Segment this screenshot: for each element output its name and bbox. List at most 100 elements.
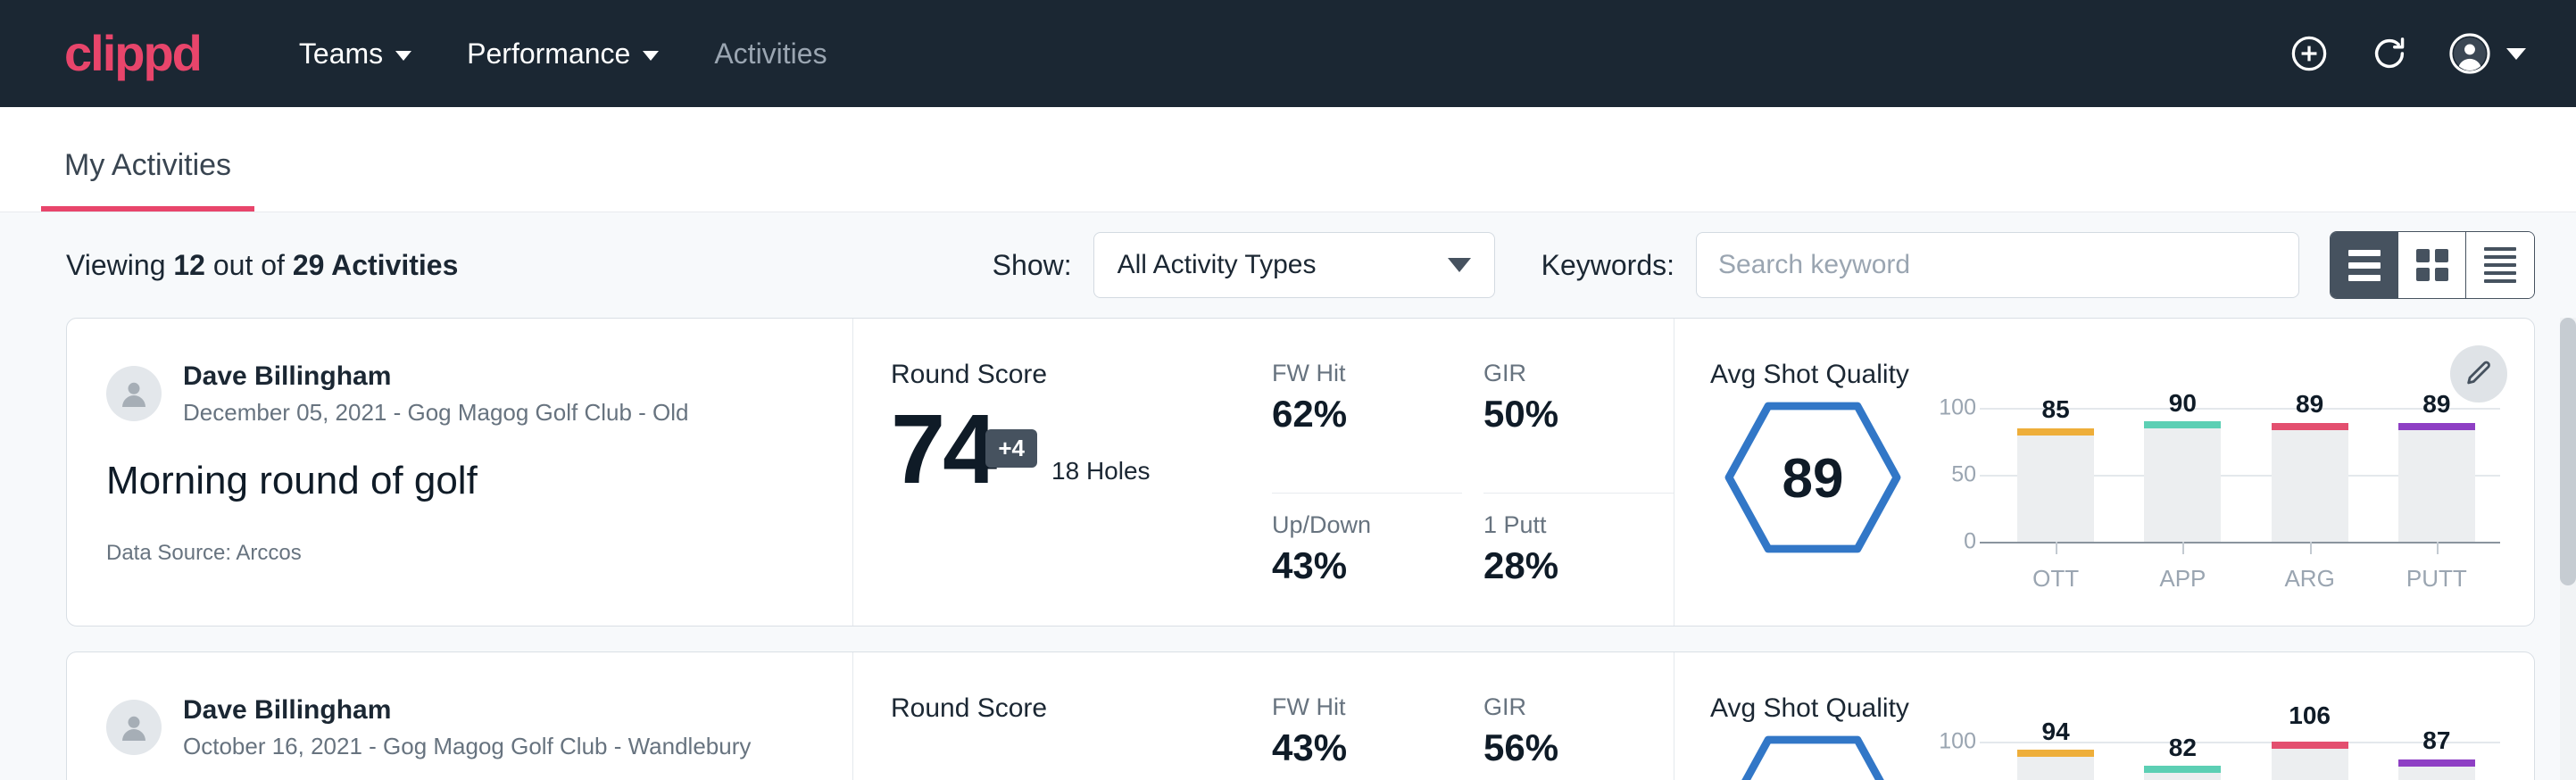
bar-ott: 94 xyxy=(2017,742,2094,780)
bar-value: 85 xyxy=(2042,395,2070,424)
keywords-label: Keywords: xyxy=(1541,249,1674,282)
nav-actions xyxy=(2289,33,2526,74)
bar-ott: 85 xyxy=(2017,408,2094,542)
x-label-arg: ARG xyxy=(2272,565,2348,593)
bar-value: 90 xyxy=(2169,389,2197,418)
chart-x-labels: OTT APP ARG PUTT xyxy=(1992,565,2500,593)
bar-arg: 89 xyxy=(2272,408,2348,542)
bar-arg: 106 xyxy=(2272,742,2348,780)
stat-value: 50% xyxy=(1483,393,1652,436)
clippd-logo[interactable]: clippd xyxy=(64,29,201,79)
round-score-label: Round Score xyxy=(891,693,1272,724)
stat-up-down: Up/Down 43% xyxy=(1272,494,1462,626)
activity-stats: FW Hit 62% GIR 50% Up/Down 43% 1 Putt 28… xyxy=(1272,319,1674,626)
shot-quality-chart: 100 50 0 85 xyxy=(1915,395,2534,593)
activity-type-select[interactable]: All Activity Types xyxy=(1093,232,1495,298)
nav-item-label: Activities xyxy=(714,37,827,71)
stat-value: 62% xyxy=(1272,393,1441,436)
edit-activity-button[interactable] xyxy=(2450,345,2507,402)
page-scrollbar[interactable] xyxy=(2560,318,2576,780)
add-circle-icon[interactable] xyxy=(2289,33,2330,74)
avg-shot-quality-section: Avg Shot Quality 89 100 50 xyxy=(1674,319,2534,626)
chart-plot-area: 100 50 0 94 xyxy=(1992,742,2500,780)
activities-list: Dave Billingham December 05, 2021 - Gog … xyxy=(0,318,2576,780)
x-label-app: APP xyxy=(2144,565,2221,593)
compact-view-icon xyxy=(2484,247,2516,283)
bar-body xyxy=(2272,742,2348,780)
stat-label: FW Hit xyxy=(1272,360,1441,387)
view-mode-toggle xyxy=(2330,231,2535,299)
activity-info: Dave Billingham October 16, 2021 - Gog M… xyxy=(67,652,852,780)
nav-item-performance[interactable]: Performance xyxy=(445,27,680,81)
activity-card[interactable]: Dave Billingham December 05, 2021 - Gog … xyxy=(66,318,2535,626)
stat-label: Up/Down xyxy=(1272,511,1441,539)
list-view-button[interactable] xyxy=(2331,232,2398,298)
bar-body xyxy=(2144,766,2221,780)
hexagon-icon xyxy=(1724,734,1902,780)
nav-item-activities[interactable]: Activities xyxy=(693,27,848,81)
grid-view-button[interactable] xyxy=(2398,232,2466,298)
bar-value: 94 xyxy=(2042,718,2070,746)
scrollbar-thumb[interactable] xyxy=(2560,318,2576,585)
round-score-row: 74 +4 18 Holes xyxy=(891,404,1272,494)
player-header: Dave Billingham October 16, 2021 - Gog M… xyxy=(106,693,817,762)
activity-data-source: Data Source: Arccos xyxy=(106,541,817,566)
shot-quality-chart: 100 50 0 94 xyxy=(1915,729,2534,780)
viewing-prefix: Viewing xyxy=(66,249,165,281)
bar-putt: 89 xyxy=(2398,408,2475,542)
avatar xyxy=(106,366,162,421)
chart-bars: 85 90 xyxy=(1992,408,2500,542)
activity-info: Dave Billingham December 05, 2021 - Gog … xyxy=(67,319,852,626)
player-name: Dave Billingham xyxy=(183,693,751,727)
bar-app: 90 xyxy=(2144,408,2221,542)
list-view-icon xyxy=(2348,250,2381,281)
bar-body xyxy=(2017,428,2094,543)
nav-item-label: Teams xyxy=(299,37,383,71)
tab-my-activities[interactable]: My Activities xyxy=(41,148,254,212)
filter-controls: Show: All Activity Types Keywords: xyxy=(993,231,2535,299)
round-score-value: 74 xyxy=(891,404,994,494)
y-tick-100: 100 xyxy=(1939,729,1976,755)
viewing-count: 12 xyxy=(173,249,205,281)
show-label: Show: xyxy=(993,249,1072,282)
top-navigation-bar: clippd Teams Performance Activities xyxy=(0,0,2576,107)
chevron-down-icon xyxy=(2506,48,2526,60)
stat-fw-hit: FW Hit 43% xyxy=(1272,693,1462,780)
chevron-down-icon xyxy=(1448,258,1471,272)
activity-meta: October 16, 2021 - Gog Magog Golf Club -… xyxy=(183,731,751,762)
quality-hexagon: 89 xyxy=(1724,401,1902,554)
activity-stats: FW Hit 43% GIR 56% xyxy=(1272,652,1674,780)
compact-view-button[interactable] xyxy=(2466,232,2534,298)
stat-value: 56% xyxy=(1483,726,1652,769)
quality-row: 89 100 50 0 85 xyxy=(1710,395,2534,626)
y-tick-100: 100 xyxy=(1939,395,1976,421)
activity-card[interactable]: Dave Billingham October 16, 2021 - Gog M… xyxy=(66,651,2535,780)
quality-hexagon-wrap xyxy=(1710,729,1915,780)
round-score-label: Round Score xyxy=(891,360,1272,390)
nav-item-label: Performance xyxy=(467,37,630,71)
bar-body xyxy=(2398,423,2475,543)
search-input[interactable] xyxy=(1696,232,2299,298)
viewing-middle: out of xyxy=(213,249,285,281)
nav-item-teams[interactable]: Teams xyxy=(278,27,433,81)
y-tick-50: 50 xyxy=(1951,462,1976,488)
stat-one-putt: 1 Putt 28% xyxy=(1483,494,1674,626)
bar-body xyxy=(2398,759,2475,780)
stat-value: 43% xyxy=(1272,544,1441,587)
stat-value: 43% xyxy=(1272,726,1441,769)
holes-label: 18 Holes xyxy=(1051,457,1151,494)
avatar-icon[interactable] xyxy=(2449,33,2490,74)
bar-body xyxy=(2017,750,2094,780)
bar-value: 89 xyxy=(2296,390,2323,419)
bar-putt: 87 xyxy=(2398,742,2475,780)
activity-type-select-value: All Activity Types xyxy=(1118,250,1317,280)
avg-shot-quality-value: 89 xyxy=(1724,447,1902,510)
pencil-icon xyxy=(2464,359,2494,389)
user-menu[interactable] xyxy=(2449,33,2526,74)
bar-value: 106 xyxy=(2289,701,2331,730)
avg-shot-quality-section: Avg Shot Quality 100 50 xyxy=(1674,652,2534,780)
refresh-icon[interactable] xyxy=(2369,33,2410,74)
round-score-section: Round Score 74 +4 18 Holes xyxy=(852,319,1272,626)
activity-title: Morning round of golf xyxy=(106,459,817,503)
avatar xyxy=(106,700,162,755)
